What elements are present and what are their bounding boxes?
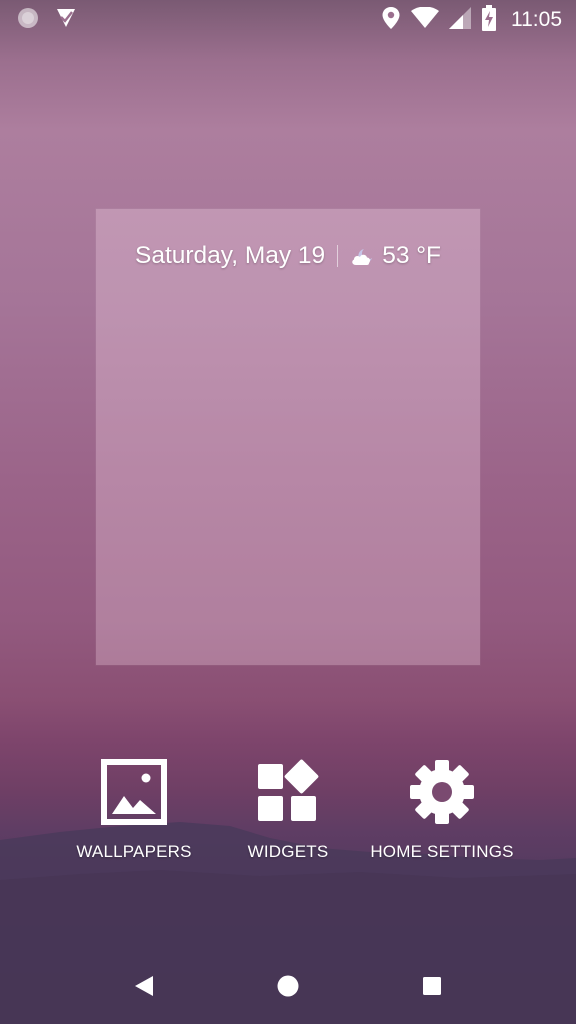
home-icon[interactable]: [273, 971, 303, 1001]
signal-icon: [449, 6, 471, 34]
status-bar: 11:05: [0, 0, 576, 40]
home-settings-label: HOME SETTINGS: [370, 842, 514, 861]
widgets-button[interactable]: WIDGETS: [208, 758, 368, 862]
temperature-text: 53 °F: [382, 242, 442, 269]
home-settings-button[interactable]: HOME SETTINGS: [362, 758, 522, 862]
widgets-icon: [254, 758, 322, 826]
wallpapers-label: WALLPAPERS: [76, 842, 192, 861]
at-a-glance-widget[interactable]: Saturday, May 19 53 °F: [96, 239, 480, 273]
clock: 11:05: [511, 8, 562, 31]
navigation-bar: [0, 955, 576, 1015]
widgets-label: WIDGETS: [247, 842, 329, 861]
wifi-icon: [411, 6, 439, 34]
home-screen-preview[interactable]: Saturday, May 19 53 °F: [96, 209, 480, 665]
divider: [337, 245, 339, 267]
gear-icon: [408, 758, 476, 826]
wallpaper-icon: [100, 758, 168, 826]
partly-cloudy-night-icon: [350, 246, 378, 266]
location-icon: [381, 6, 401, 35]
check-notification-icon: [54, 6, 78, 35]
wallpapers-button[interactable]: WALLPAPERS: [54, 758, 214, 862]
back-icon[interactable]: [129, 971, 159, 1001]
circle-status-icon: [16, 6, 40, 35]
home-options-bar: WALLPAPERS WIDGETS HOME SETTINGS: [0, 758, 576, 868]
recents-icon[interactable]: [417, 971, 447, 1001]
date-text: Saturday, May 19: [134, 242, 326, 269]
battery-charging-icon: [481, 4, 497, 36]
